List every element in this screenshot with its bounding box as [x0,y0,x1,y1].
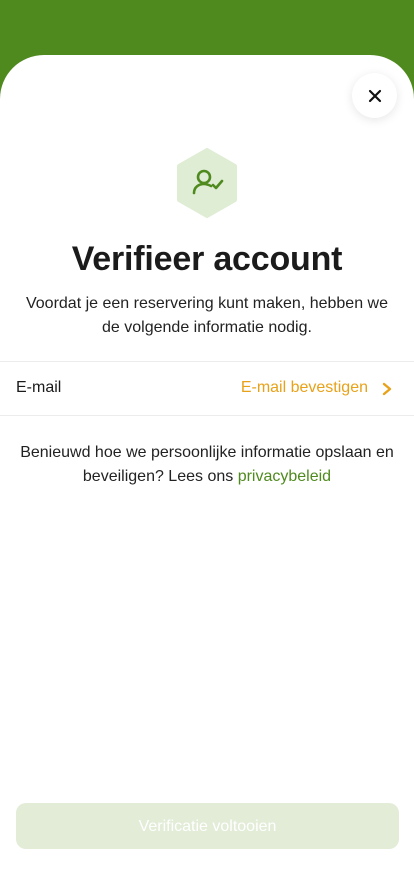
page-subtitle: Voordat je een reservering kunt maken, h… [25,295,388,336]
privacy-text: Benieuwd hoe we persoonlijke informatie … [20,444,394,485]
confirm-email-link[interactable]: E-mail bevestigen [241,379,368,397]
close-button[interactable] [352,73,397,118]
chevron-right-icon [382,382,392,396]
divider-bottom [0,415,414,416]
privacy-policy-link[interactable]: privacybeleid [238,468,331,485]
close-icon [368,89,381,102]
email-verification-row[interactable]: E-mail E-mail bevestigen [0,362,414,415]
email-label: E-mail [16,379,62,396]
privacy-notice: Benieuwd hoe we persoonlijke informatie … [20,441,394,489]
user-check-icon [177,148,237,218]
complete-verification-button[interactable]: Verificatie voltooien [16,803,399,849]
page-title: Verifieer account [71,240,343,278]
